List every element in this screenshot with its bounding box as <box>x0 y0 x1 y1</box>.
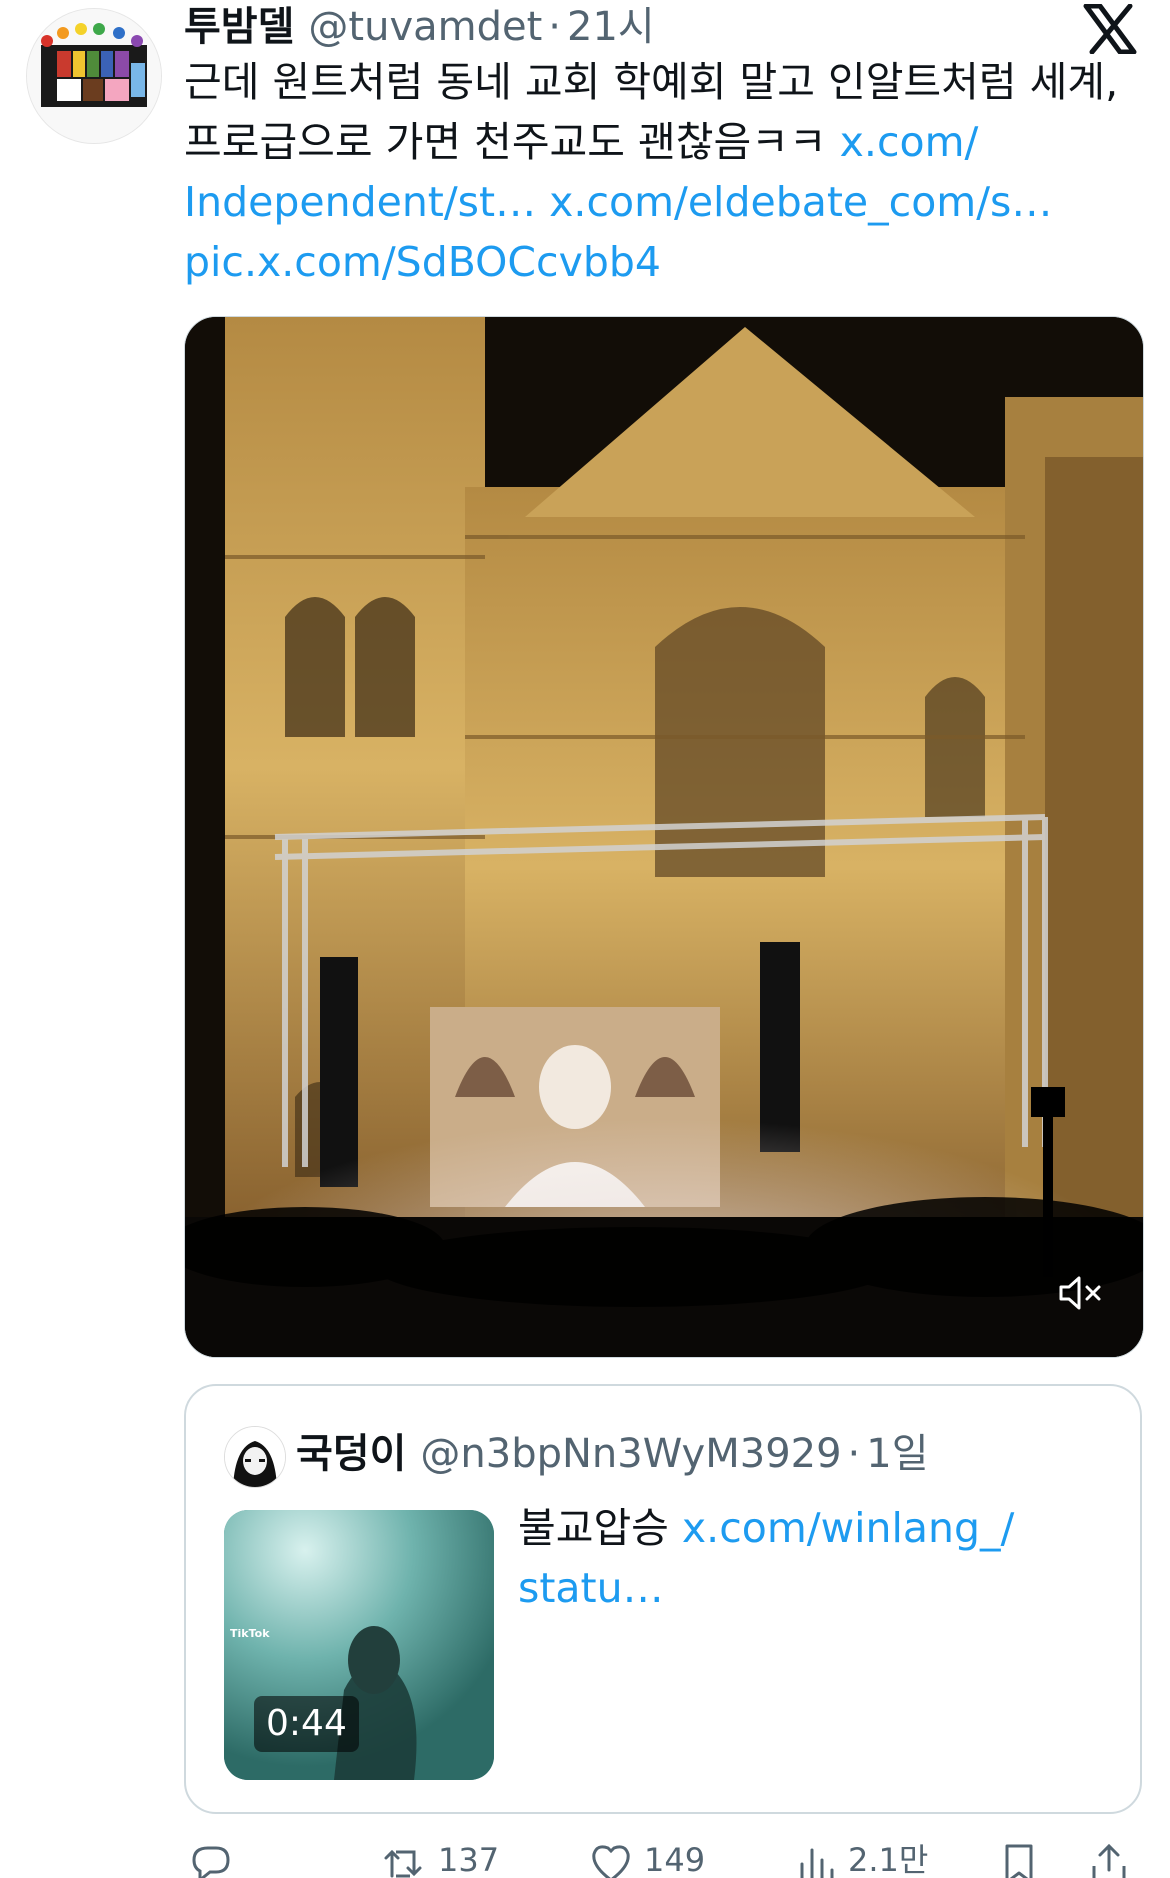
bookmark-button[interactable] <box>996 1840 1042 1878</box>
quoted-link[interactable]: statu… <box>518 1564 664 1612</box>
retweet-count: 137 <box>438 1841 500 1878</box>
quoted-video-thumbnail[interactable]: TikTok 0:44 <box>224 1510 494 1780</box>
header-separator: · <box>548 4 561 50</box>
tweet-link[interactable]: Independent/st… x.com/eldebate_com/s… <box>184 178 1052 226</box>
share-button[interactable] <box>1086 1840 1132 1878</box>
quoted-tweet-text: 불교압승 x.com/winlang_/ statu… <box>518 1498 1108 1618</box>
quoted-tweet-timestamp[interactable]: 1일 <box>866 1424 928 1484</box>
reply-button[interactable] <box>188 1840 244 1878</box>
quoted-link[interactable]: x.com/winlang_/ <box>682 1504 1014 1552</box>
retweet-button[interactable]: 137 <box>382 1840 499 1878</box>
quoted-text-line: statu… <box>518 1558 1108 1618</box>
quoted-author-display-name[interactable]: 국덩이 <box>296 1424 406 1484</box>
quoted-author-avatar[interactable] <box>224 1426 286 1488</box>
tweet-action-bar: 137 149 2.1만 <box>184 1840 1144 1878</box>
retweet-icon <box>384 1849 422 1878</box>
tweet-text-line: 프로급으로 가면 천주교도 괜찮음ㅋㅋ x.com/ <box>184 112 1144 172</box>
tweet-text-line: 근데 원트처럼 동네 교회 학예회 말고 인알트처럼 세계, <box>184 52 1144 112</box>
heart-icon <box>592 1845 630 1878</box>
tweet-header: 투밤델 @tuvamdet · 21시 <box>184 0 655 60</box>
like-count: 149 <box>644 1841 706 1878</box>
speaker-muted-icon[interactable] <box>1059 1273 1103 1313</box>
tweet: 투밤델 @tuvamdet · 21시 근데 원트처럼 동네 교회 학예회 말고… <box>0 0 1170 1878</box>
tiktok-watermark: TikTok <box>230 1627 270 1640</box>
quoted-avatar-image <box>225 1427 285 1487</box>
bookmark-icon <box>1005 1844 1033 1878</box>
quoted-tweet[interactable]: 국덩이 @n3bpNn3WyM3929 · 1일 TikTok 0:44 불교압… <box>184 1384 1142 1814</box>
author-handle[interactable]: @tuvamdet <box>308 0 542 54</box>
quoted-text-line: 불교압승 x.com/winlang_/ <box>518 1498 1108 1558</box>
quoted-author-handle[interactable]: @n3bpNn3WyM3929 <box>420 1424 841 1484</box>
quoted-text-plain: 불교압승 <box>518 1504 682 1552</box>
tweet-text: 근데 원트처럼 동네 교회 학예회 말고 인알트처럼 세계, 프로급으로 가면 … <box>184 52 1144 292</box>
tweet-text-plain: 근데 원트처럼 동네 교회 학예회 말고 인알트처럼 세계, <box>184 58 1119 106</box>
video-duration: 0:44 <box>254 1696 359 1752</box>
views-button[interactable]: 2.1만 <box>792 1840 928 1878</box>
quoted-header-separator: · <box>847 1431 861 1477</box>
tweet-timestamp[interactable]: 21시 <box>567 0 655 54</box>
reply-icon <box>192 1846 230 1878</box>
tweet-media-link[interactable]: pic.x.com/SdBOCcvbb4 <box>184 238 661 286</box>
views-count: 2.1만 <box>848 1841 929 1878</box>
tweet-text-line: Independent/st… x.com/eldebate_com/s… <box>184 172 1144 232</box>
like-button[interactable]: 149 <box>588 1840 705 1878</box>
author-display-name[interactable]: 투밤델 <box>184 0 294 54</box>
tweet-text-line: pic.x.com/SdBOCcvbb4 <box>184 232 1144 292</box>
cathedral-concert-image <box>185 317 1143 1357</box>
tweet-link[interactable]: x.com/ <box>840 118 979 166</box>
share-icon <box>1092 1843 1126 1878</box>
views-icon <box>800 1848 834 1878</box>
tweet-video[interactable] <box>184 316 1144 1358</box>
quoted-tweet-header: 국덩이 @n3bpNn3WyM3929 · 1일 <box>296 1424 929 1484</box>
avatar-image <box>27 9 161 143</box>
tweet-text-plain: 프로급으로 가면 천주교도 괜찮음ㅋㅋ <box>184 118 840 166</box>
x-logo-icon[interactable] <box>1082 4 1138 54</box>
author-avatar[interactable] <box>26 8 162 144</box>
